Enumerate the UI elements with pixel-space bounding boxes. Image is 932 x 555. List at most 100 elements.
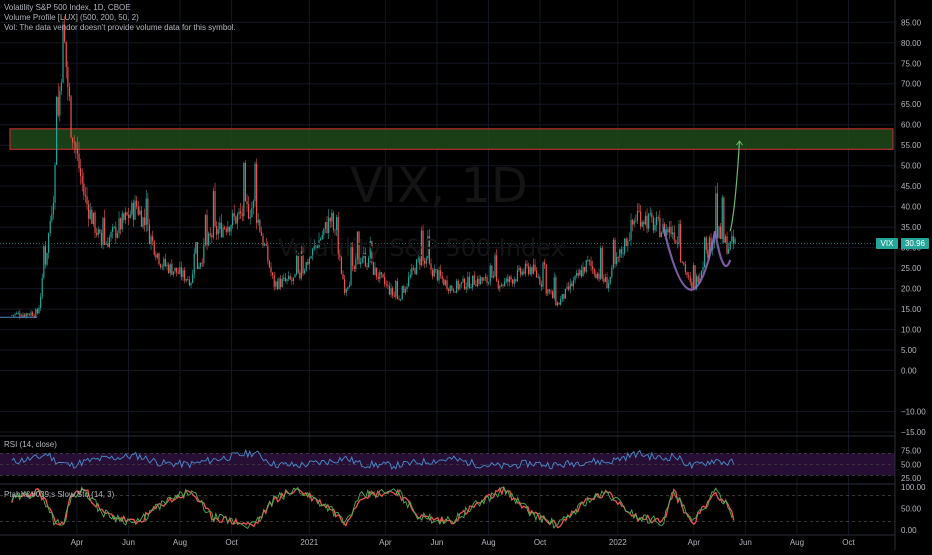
candle-body bbox=[729, 241, 731, 249]
candle-body bbox=[542, 262, 544, 287]
candle-body bbox=[116, 233, 119, 238]
candle-body bbox=[299, 272, 301, 279]
candle-body bbox=[408, 277, 410, 287]
candle-body bbox=[108, 237, 111, 247]
candle-body bbox=[222, 227, 224, 238]
candle-body bbox=[676, 242, 679, 244]
candle-body bbox=[390, 288, 392, 295]
candle-body bbox=[244, 163, 247, 202]
candle-body bbox=[564, 288, 567, 299]
candle-body bbox=[670, 226, 672, 235]
candle-body bbox=[596, 273, 599, 279]
candle-body bbox=[552, 291, 554, 299]
candle-body bbox=[336, 217, 338, 231]
candle-body bbox=[70, 96, 72, 138]
candle-body bbox=[451, 285, 453, 290]
candle-body bbox=[211, 235, 213, 238]
candle-body bbox=[209, 233, 211, 236]
candle-body bbox=[480, 277, 482, 284]
candle-body bbox=[612, 239, 615, 268]
price-chart[interactable]: 85.00 80.00 75.00 70.00 65.00 60.00 55.00 50.00… bbox=[0, 0, 932, 550]
candle-body bbox=[180, 267, 183, 278]
candle-body bbox=[576, 272, 578, 276]
price-tick-label: 75.00 bbox=[901, 59, 922, 68]
candle-body bbox=[633, 220, 635, 225]
candle-body bbox=[89, 209, 91, 219]
candle-body bbox=[444, 280, 447, 285]
time-tick-label: Oct bbox=[534, 538, 547, 547]
candle-body bbox=[497, 280, 499, 289]
candle-body bbox=[492, 276, 495, 278]
candle-body bbox=[241, 213, 243, 217]
candle-body bbox=[553, 277, 555, 299]
candle-body bbox=[518, 268, 520, 271]
candle-body bbox=[473, 275, 475, 285]
watermark-symbol: VIX, 1D bbox=[350, 158, 528, 214]
time-tick-label: Apr bbox=[688, 538, 701, 547]
candle-body bbox=[716, 193, 719, 238]
candle-body bbox=[715, 193, 717, 236]
candle-body bbox=[603, 278, 605, 282]
candle-body bbox=[126, 212, 128, 215]
candle-body bbox=[486, 276, 488, 284]
candle-body bbox=[475, 284, 477, 287]
candle-body bbox=[723, 197, 725, 243]
candle-body bbox=[500, 284, 503, 287]
candle-body bbox=[142, 217, 144, 227]
candle-body bbox=[641, 221, 643, 227]
candle-body bbox=[692, 265, 695, 289]
price-tick-label: 60.00 bbox=[901, 121, 922, 130]
candle-body bbox=[601, 248, 603, 279]
time-tick-label: 2021 bbox=[300, 538, 318, 547]
candle-body bbox=[515, 279, 517, 282]
candle-body bbox=[51, 214, 53, 222]
candle-body bbox=[452, 289, 455, 292]
price-tick-label: 50.00 bbox=[901, 162, 922, 171]
candle-body bbox=[379, 272, 381, 280]
candle-body bbox=[254, 163, 256, 201]
candle-body bbox=[491, 265, 493, 278]
candle-body bbox=[152, 236, 154, 241]
sto-tick-label: 0.00 bbox=[901, 526, 917, 535]
candle-body bbox=[166, 264, 168, 267]
candle-body bbox=[648, 214, 650, 229]
candle-body bbox=[304, 270, 306, 274]
candle-body bbox=[505, 278, 507, 282]
candle-body bbox=[164, 258, 167, 267]
candle-body bbox=[697, 276, 699, 283]
candle-body bbox=[43, 246, 45, 278]
legend-volume-profile[interactable]: Volume Profile [LUX] (500, 200, 50, 2) bbox=[4, 13, 139, 22]
stochastic-pane bbox=[0, 485, 895, 530]
stochastic-pane-label[interactable]: PtahX&#039;s Slow Sto (14, 3) bbox=[4, 490, 114, 499]
candle-body bbox=[436, 269, 439, 281]
candle-body bbox=[86, 196, 88, 205]
candle-body bbox=[502, 284, 504, 286]
candle-body bbox=[73, 142, 75, 144]
candle-body bbox=[22, 314, 24, 318]
candle-body bbox=[649, 213, 651, 215]
candle-body bbox=[268, 260, 271, 268]
price-tick-label: 15.00 bbox=[901, 305, 922, 314]
candle-body bbox=[459, 284, 461, 289]
candle-body bbox=[80, 168, 82, 177]
candle-body bbox=[182, 270, 184, 278]
candle-body bbox=[118, 218, 120, 234]
candle-body bbox=[512, 279, 514, 284]
candle-body bbox=[14, 313, 16, 316]
candle-body bbox=[342, 274, 344, 280]
candle-body bbox=[232, 213, 234, 226]
candle-body bbox=[81, 176, 83, 184]
rsi-pane-label[interactable]: RSI (14, close) bbox=[4, 440, 57, 449]
candle-body bbox=[179, 267, 181, 274]
candle-body bbox=[32, 312, 34, 317]
candle-body bbox=[139, 210, 141, 215]
candle-body bbox=[555, 277, 557, 306]
legend-symbol-title[interactable]: Volatility S&P 500 Index, 1D, CBOE bbox=[4, 3, 131, 12]
candle-body bbox=[238, 211, 240, 215]
chart-stage[interactable]: 85.00 80.00 75.00 70.00 65.00 60.00 55.00 50.00… bbox=[0, 0, 932, 550]
candle-body bbox=[548, 289, 551, 292]
candle-body bbox=[526, 263, 528, 266]
candle-body bbox=[104, 217, 106, 245]
price-tick-label: 80.00 bbox=[901, 39, 922, 48]
candle-body bbox=[344, 279, 346, 293]
